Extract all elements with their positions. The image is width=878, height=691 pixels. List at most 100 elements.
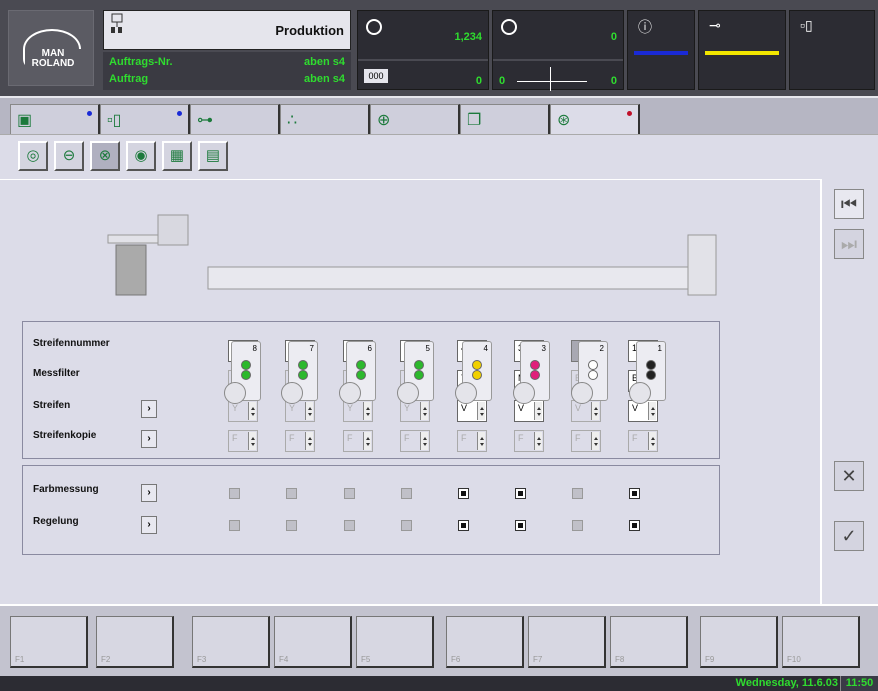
spinner-streifen-6[interactable]: V — [514, 400, 544, 422]
production-panel[interactable]: Produktion — [103, 10, 351, 50]
ink-indicator — [414, 370, 424, 380]
checkbox-reg-3[interactable] — [344, 520, 355, 531]
first-page-button[interactable]: ⏮ — [834, 189, 864, 219]
spinner-arrows[interactable] — [534, 432, 542, 450]
spinner-arrows[interactable] — [648, 432, 656, 450]
cancel-button[interactable]: ✕ — [834, 461, 864, 491]
spinner-streifen-7: V — [571, 400, 601, 422]
printing-unit-2[interactable]: 2 — [571, 341, 608, 404]
checkbox-farb-8[interactable] — [629, 488, 640, 499]
spinner-value: F — [232, 433, 238, 443]
strip-copy-arrow-button[interactable]: › — [141, 430, 157, 448]
divider — [0, 179, 820, 180]
copy-image-button[interactable]: ▤ — [198, 141, 228, 171]
ink-indicator — [646, 370, 656, 380]
ink-indicator — [588, 370, 598, 380]
tab-inking-unit[interactable]: ▫▯ — [100, 104, 190, 134]
measure-strip-button[interactable]: ⊖ — [54, 141, 84, 171]
tab-color-measurement[interactable]: ⊛ — [550, 104, 640, 136]
printing-unit-3[interactable]: 3 — [513, 341, 550, 404]
spinner-arrows[interactable] — [420, 402, 428, 420]
measure-control-button[interactable]: ⊗ — [90, 141, 120, 171]
checkbox-farb-2[interactable] — [286, 488, 297, 499]
ink-indicator — [356, 370, 366, 380]
spinner-value: V — [518, 403, 525, 413]
spinner-kopie-4: F — [400, 430, 430, 452]
spinner-arrows[interactable] — [591, 432, 599, 450]
measure-status-button[interactable]: ◉ — [126, 141, 156, 171]
spinner-value: V — [632, 403, 639, 413]
checkbox-farb-5[interactable] — [458, 488, 469, 499]
tab-register[interactable]: ⊕ — [370, 104, 460, 134]
function-key-f6[interactable]: F6 — [446, 616, 524, 668]
printing-unit-4[interactable]: 4 — [455, 341, 492, 404]
color-measurement-arrow-button[interactable]: › — [141, 484, 157, 502]
spinner-arrows[interactable] — [420, 432, 428, 450]
spinner-arrows[interactable] — [248, 432, 256, 450]
spinner-arrows[interactable] — [477, 432, 485, 450]
checkbox-farb-3[interactable] — [344, 488, 355, 499]
tab-feeder[interactable]: ⊶ — [190, 104, 280, 134]
function-key-f9[interactable]: F9 — [700, 616, 778, 668]
checkbox-farb-1[interactable] — [229, 488, 240, 499]
printing-unit-8[interactable]: 8 — [224, 341, 261, 404]
dampening-icon: ∴ — [287, 112, 298, 129]
spinner-arrows[interactable] — [648, 402, 656, 420]
spinner-arrows[interactable] — [534, 402, 542, 420]
spinner-arrows[interactable] — [363, 402, 371, 420]
confirm-button[interactable]: ✓ — [834, 521, 864, 551]
tab-format[interactable]: ❐ — [460, 104, 550, 134]
right-panel: ⏮ ⏭ ✕ ✓ — [820, 179, 878, 605]
tab-machine-overview[interactable]: ▣ — [10, 104, 100, 134]
spinner-arrows[interactable] — [305, 432, 313, 450]
printing-unit-1[interactable]: 1 — [629, 341, 666, 404]
checkbox-reg-5[interactable] — [458, 520, 469, 531]
function-key-f10[interactable]: F10 — [782, 616, 860, 668]
speed-right-value: 0 — [610, 75, 617, 87]
register-icon: ⊕ — [377, 112, 391, 129]
checkbox-reg-2[interactable] — [286, 520, 297, 531]
print-counter-panel[interactable]: 1,234 000 0 — [357, 10, 489, 90]
function-key-f8[interactable]: F8 — [610, 616, 688, 668]
function-key-f2[interactable]: F2 — [96, 616, 174, 668]
waste-counter-panel[interactable]: 0 0 0 — [492, 10, 624, 91]
function-key-f4[interactable]: F4 — [274, 616, 352, 668]
service-status-panel[interactable]: ⊸ — [698, 10, 786, 90]
strip-arrow-button[interactable]: › — [141, 400, 157, 418]
ink-indicator — [588, 360, 598, 370]
measure-unit-button[interactable]: ◎ — [18, 141, 48, 171]
checkbox-farb-7[interactable] — [572, 488, 583, 499]
tab-dampening[interactable]: ∴ — [280, 104, 370, 134]
checkbox-reg-8[interactable] — [629, 520, 640, 531]
machine-status-panel[interactable]: ▫▯ — [789, 10, 875, 90]
checkbox-farb-6[interactable] — [515, 488, 526, 499]
printing-unit-7[interactable]: 7 — [281, 341, 318, 404]
spinner-arrows[interactable] — [477, 402, 485, 420]
next-page-button[interactable]: ⏭ — [834, 229, 864, 259]
printing-unit-5[interactable]: 5 — [397, 341, 434, 404]
function-key-label: F1 — [15, 655, 25, 664]
function-key-f7[interactable]: F7 — [528, 616, 606, 668]
spinner-value: F — [518, 433, 524, 443]
image-button[interactable]: ▦ — [162, 141, 192, 171]
function-key-f1[interactable]: F1 — [10, 616, 88, 668]
checkbox-reg-7[interactable] — [572, 520, 583, 531]
control-arrow-button[interactable]: › — [141, 516, 157, 534]
ink-indicator — [298, 370, 308, 380]
ink-indicator — [298, 360, 308, 370]
spinner-arrows[interactable] — [305, 402, 313, 420]
checkbox-reg-4[interactable] — [401, 520, 412, 531]
strip-number-label: Streifennummer — [33, 338, 110, 349]
checkbox-farb-4[interactable] — [401, 488, 412, 499]
function-key-f3[interactable]: F3 — [192, 616, 270, 668]
job-label: Auftrag — [109, 73, 149, 85]
spinner-arrows[interactable] — [363, 432, 371, 450]
checkbox-reg-1[interactable] — [229, 520, 240, 531]
spinner-arrows[interactable] — [248, 402, 256, 420]
function-key-f5[interactable]: F5 — [356, 616, 434, 668]
info-status-panel[interactable]: ⓘ — [627, 10, 695, 90]
spinner-arrows[interactable] — [591, 402, 599, 420]
printing-unit-6[interactable]: 6 — [339, 341, 376, 404]
job-number-label: Auftrags-Nr. — [109, 56, 173, 68]
checkbox-reg-6[interactable] — [515, 520, 526, 531]
